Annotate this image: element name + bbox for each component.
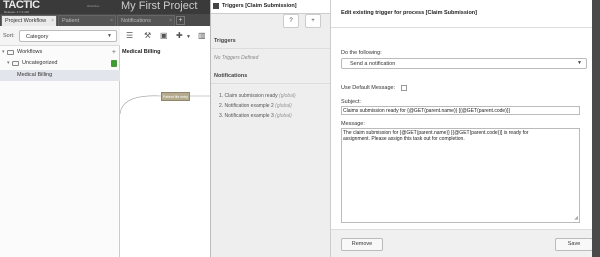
subject-label: Subject: (341, 99, 361, 105)
tab-bar: Project Workflow × Patient × Notificatio… (0, 14, 210, 26)
right-edge-bar (592, 0, 600, 257)
tree-label: Medical Billing (17, 72, 53, 78)
folder-icon (7, 50, 14, 55)
notification-label: 3. Notification example 3 (219, 113, 274, 119)
triggers-panel: Triggers [Claim Submission] ? + Triggers… (210, 0, 331, 257)
remove-button[interactable]: Remove (341, 238, 383, 251)
notification-item[interactable]: 3. Notification example 3 (global) (219, 113, 292, 119)
action-value: Send a notification (350, 61, 396, 67)
edit-header: Edit existing trigger for process [Claim… (331, 0, 600, 28)
notification-tag: (global) (275, 113, 292, 119)
triggers-header: Triggers [Claim Submission] (211, 0, 331, 14)
chevron-down-icon[interactable]: ▼ (186, 34, 191, 40)
edit-footer: Remove Save (331, 229, 600, 257)
sort-label: Sort: (3, 33, 15, 39)
help-button[interactable]: ? (283, 14, 299, 28)
tree-item-uncategorized[interactable]: ▾ Uncategorized (0, 58, 120, 69)
action-label: Do the following: (341, 50, 382, 56)
tab-label: Patient (62, 18, 80, 24)
action-select[interactable]: Send a notification ▼ (341, 58, 587, 69)
app-logo: TACTIC Release: 4.7.0.v06 (2, 0, 64, 14)
tree-label: Uncategorized (22, 60, 58, 66)
folder-icon (12, 61, 19, 66)
collapse-icon[interactable]: ▾ (7, 58, 10, 69)
resize-handle-icon[interactable]: ◢ (574, 215, 578, 221)
notification-item[interactable]: 2. Notification example 2 (global) (219, 103, 292, 109)
notification-tag: (global) (275, 103, 292, 109)
trigger-icon (213, 3, 219, 9)
canvas-toolbar: ☰ ⚒ ▣ ✚ ▼ ▥ (120, 26, 210, 46)
sort-select[interactable]: Category ▼ (19, 30, 117, 42)
triggers-title: Triggers [Claim Submission] (222, 3, 297, 9)
triggers-section-title: Triggers (214, 38, 236, 44)
notification-label: 2. Notification example 2 (219, 103, 274, 109)
notification-label: 1. Claim submission ready (219, 93, 278, 99)
message-value: The claim submission for {@GET(parent.na… (343, 130, 529, 142)
message-textarea[interactable]: The claim submission for {@GET(parent.na… (341, 128, 580, 223)
sort-value: Category (26, 34, 49, 40)
notification-tag: (global) (279, 93, 296, 99)
tree-item-medical-billing[interactable]: Medical Billing (0, 70, 120, 81)
tab-label: Notifications (121, 18, 151, 24)
no-triggers-text: No Triggers Defined (214, 55, 259, 61)
edit-title: Edit existing trigger for process [Claim… (341, 10, 477, 16)
collapse-icon[interactable]: ▾ (2, 47, 5, 58)
save-button[interactable]: Save (555, 238, 593, 251)
divider (211, 48, 331, 49)
chevron-down-icon: ▼ (107, 33, 112, 39)
tab-project-workflow[interactable]: Project Workflow × (1, 15, 57, 26)
new-workflow-icon[interactable] (111, 60, 117, 67)
workflow-canvas[interactable]: Medical Billing Patient file entry (120, 46, 210, 257)
add-trigger-button[interactable]: + (305, 14, 321, 28)
project-title: My First Project (121, 0, 198, 12)
workflow-tree: ▾ Workflows + ▾ Uncategorized Medical Bi… (0, 46, 120, 257)
tab-label: Project Workflow (5, 18, 47, 24)
message-label: Message: (341, 121, 365, 127)
divider (211, 83, 331, 84)
default-message-label: Use Default Message: (341, 85, 396, 91)
add-tab-button[interactable]: + (176, 16, 185, 25)
list-icon[interactable]: ☰ (126, 31, 133, 40)
trash-icon[interactable]: ▥ (198, 31, 206, 40)
add-workflow-icon[interactable]: + (112, 47, 116, 58)
subject-value: Claims submission ready for {@GET(parent… (343, 108, 510, 114)
edit-trigger-panel: Edit existing trigger for process [Claim… (330, 0, 600, 257)
tab-patient[interactable]: Patient × (58, 15, 116, 26)
sort-bar: Sort: Category ▼ (0, 26, 120, 46)
chevron-down-icon: ▼ (577, 60, 582, 66)
save-icon[interactable]: ▣ (160, 31, 168, 40)
wrench-icon[interactable]: ⚒ (144, 31, 151, 40)
connector-lines (120, 95, 210, 115)
tree-item-workflows[interactable]: ▾ Workflows + (0, 47, 120, 58)
tab-notifications[interactable]: Notifications × (117, 15, 175, 26)
notification-item[interactable]: 1. Claim submission ready (global) (219, 93, 296, 99)
subject-input[interactable]: Claims submission ready for {@GET(parent… (341, 106, 580, 115)
logo-caption: Workflow (87, 4, 100, 8)
default-message-checkbox[interactable] (401, 85, 407, 91)
plus-icon[interactable]: ✚ (176, 31, 183, 40)
tree-label: Workflows (17, 49, 43, 55)
notifications-section-title: Notifications (214, 73, 248, 79)
workflow-node[interactable]: Patient file entry (161, 92, 190, 101)
